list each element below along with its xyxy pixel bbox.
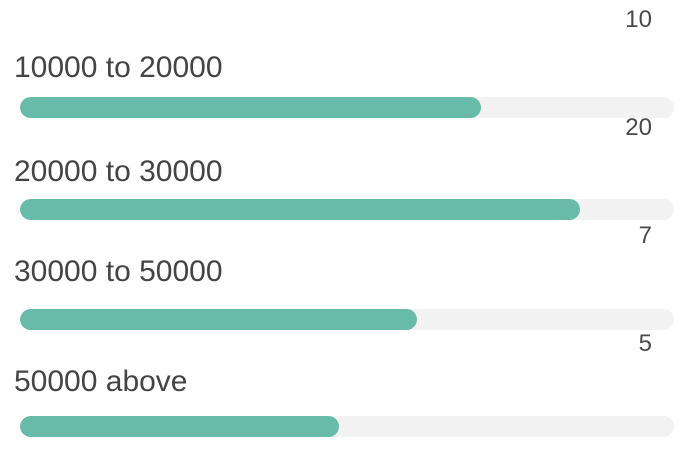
bar-count: 5: [638, 330, 652, 357]
bar-label: 30000 to 50000: [14, 255, 223, 288]
bar-track: [20, 416, 674, 437]
bar-label: 10000 to 20000: [14, 51, 223, 84]
bar-row-3: 7 30000 to 50000: [0, 220, 684, 330]
breakdown-panel: ​ 10 10000 to 20000 20 20000 to 30000 7 …: [0, 0, 684, 454]
bar-fill: [20, 199, 581, 220]
bar-row-4: 5 50000 above: [0, 330, 684, 440]
bar-count: 20: [625, 114, 652, 141]
bar-count: 10: [625, 6, 652, 33]
bar-count: 7: [638, 222, 652, 249]
bar-label: 20000 to 30000: [14, 155, 223, 188]
bar-fill: [20, 416, 340, 437]
bar-label: 50000 above: [14, 365, 188, 398]
bar-track: [20, 199, 674, 220]
bar-row-1: 10 10000 to 20000: [0, 0, 684, 118]
bar-fill: [20, 309, 417, 330]
bar-row-2: 20 20000 to 30000: [0, 110, 684, 220]
bar-track: [20, 309, 674, 330]
